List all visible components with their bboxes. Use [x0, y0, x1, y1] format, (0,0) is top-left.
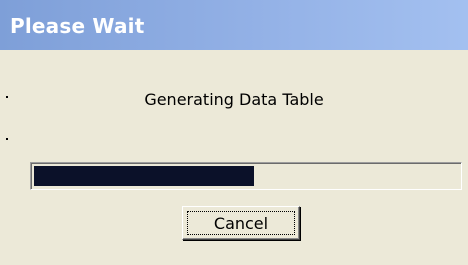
status-message: Generating Data Table: [144, 90, 324, 109]
title-bar[interactable]: Please Wait: [0, 0, 468, 50]
edge-artifact: [6, 138, 8, 140]
cancel-button[interactable]: Cancel: [182, 206, 300, 240]
progress-bar: [30, 162, 462, 190]
progress-bar-fill: [34, 166, 254, 186]
dialog-title: Please Wait: [10, 14, 145, 38]
focus-rectangle: Cancel: [187, 211, 295, 235]
cancel-button-label: Cancel: [213, 213, 269, 233]
please-wait-dialog: Please Wait Generating Data Table Cancel: [0, 0, 468, 265]
